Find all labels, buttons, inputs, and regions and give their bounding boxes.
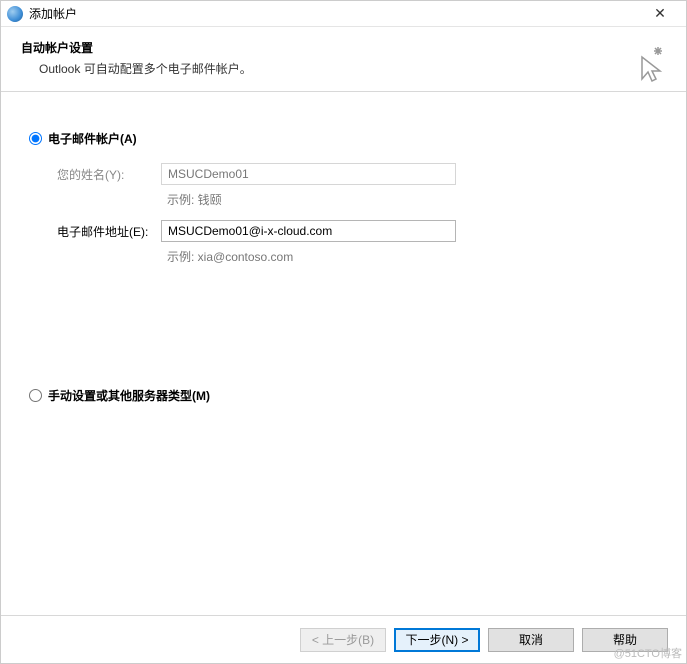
- close-icon: ✕: [654, 5, 666, 22]
- input-name: [161, 163, 456, 185]
- help-button[interactable]: 帮助: [582, 628, 668, 652]
- row-name: 您的姓名(Y):: [57, 163, 658, 185]
- app-icon: [7, 6, 23, 22]
- next-button[interactable]: 下一步(N) >: [394, 628, 480, 652]
- radio-email-account[interactable]: [29, 132, 42, 145]
- close-button[interactable]: ✕: [640, 1, 680, 27]
- example-name: 示例: 钱颐: [161, 189, 658, 220]
- radio-manual-label: 手动设置或其他服务器类型(M): [48, 387, 210, 404]
- example-email: 示例: xia@contoso.com: [161, 246, 658, 277]
- wizard-footer: < 上一步(B) 下一步(N) > 取消 帮助: [1, 615, 686, 663]
- row-email: 电子邮件地址(E):: [57, 220, 658, 242]
- header-heading: 自动帐户设置: [21, 39, 666, 56]
- option-email-account[interactable]: 电子邮件帐户(A): [29, 130, 658, 147]
- cancel-button[interactable]: 取消: [488, 628, 574, 652]
- input-email[interactable]: [161, 220, 456, 242]
- wizard-header: 自动帐户设置 Outlook 可自动配置多个电子邮件帐户。: [1, 27, 686, 92]
- window-title: 添加帐户: [29, 5, 640, 22]
- label-name: 您的姓名(Y):: [57, 166, 161, 183]
- radio-email-label: 电子邮件帐户(A): [48, 130, 137, 147]
- back-button: < 上一步(B): [300, 628, 386, 652]
- titlebar: 添加帐户 ✕: [1, 1, 686, 27]
- option-manual-setup[interactable]: 手动设置或其他服务器类型(M): [29, 387, 658, 404]
- wizard-content: 电子邮件帐户(A) 您的姓名(Y): 示例: 钱颐 电子邮件地址(E): 示例:…: [1, 92, 686, 632]
- email-form: 您的姓名(Y): 示例: 钱颐 电子邮件地址(E): 示例: xia@conto…: [57, 163, 658, 277]
- radio-manual-setup[interactable]: [29, 389, 42, 402]
- label-email: 电子邮件地址(E):: [57, 223, 161, 240]
- header-subheading: Outlook 可自动配置多个电子邮件帐户。: [39, 60, 666, 77]
- cursor-sparkle-icon: [628, 45, 668, 85]
